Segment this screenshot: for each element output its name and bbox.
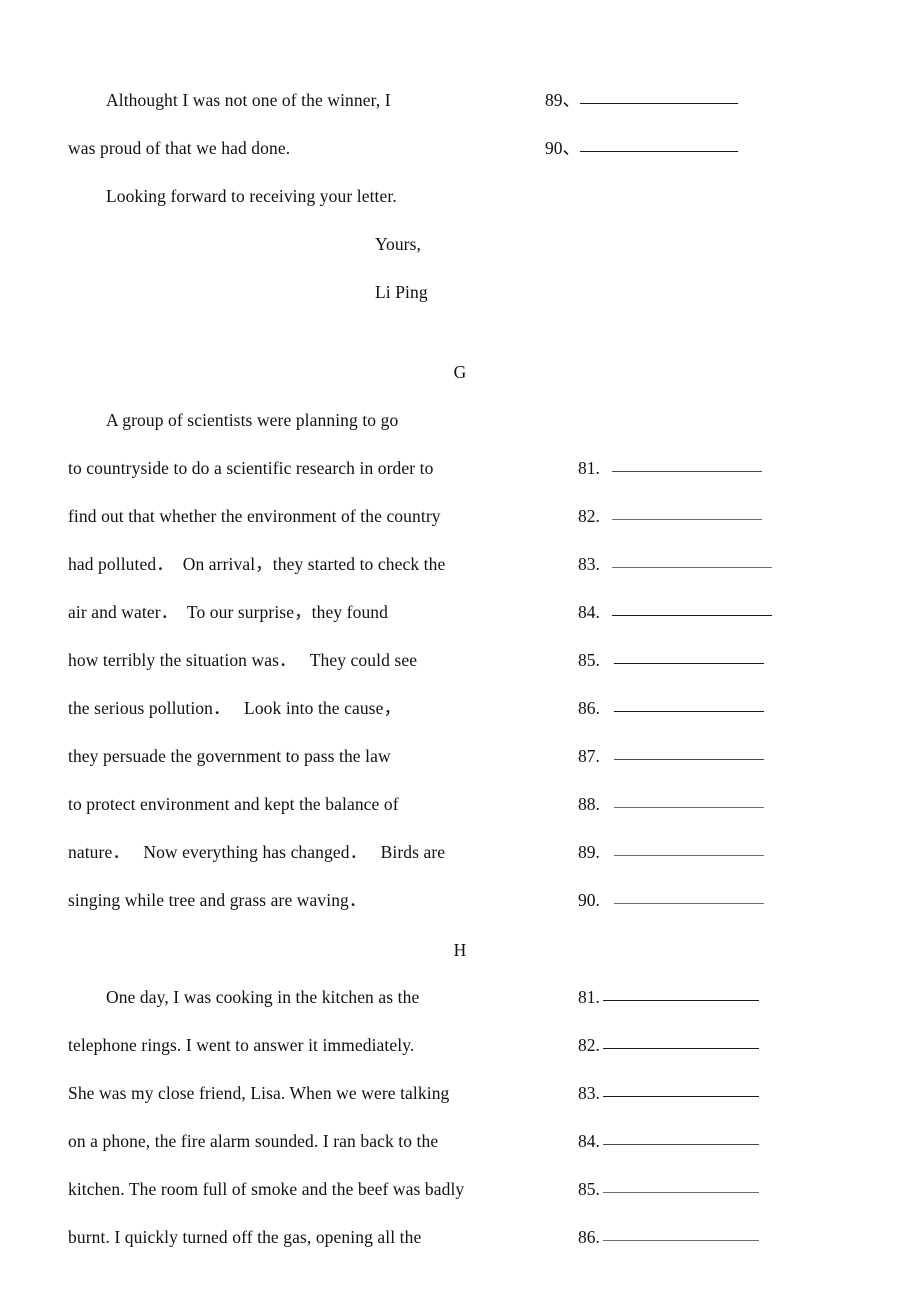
paragraph-line: burnt. I quickly turned off the gas, ope… — [68, 1227, 422, 1247]
signature-name: Li Ping — [375, 282, 428, 302]
paragraph-line: telephone rings. I went to answer it imm… — [68, 1035, 415, 1055]
answer-blank-row[interactable]: 82. — [578, 1035, 759, 1055]
answer-blank-row[interactable]: 86. — [578, 1227, 759, 1247]
answer-blank-row[interactable]: 86. — [578, 698, 764, 718]
answer-blank-line[interactable] — [613, 711, 764, 712]
paragraph-line: Looking forward to receiving your letter… — [106, 186, 397, 206]
answer-blank-line[interactable] — [613, 903, 764, 904]
answer-blank-line[interactable] — [602, 1240, 759, 1241]
answer-number: 81. — [578, 987, 600, 1007]
answer-blank-row[interactable]: 88. — [578, 794, 764, 814]
answer-blank-row[interactable]: 84. — [578, 1131, 759, 1151]
answer-number: 87. — [578, 746, 600, 766]
signature-closing: Yours, — [375, 234, 421, 254]
answer-blank-line[interactable] — [602, 1000, 759, 1001]
answer-number: 82. — [578, 506, 600, 526]
answer-blank-row[interactable]: 81. — [578, 458, 762, 478]
answer-number: 90、 — [545, 138, 580, 158]
answer-number: 89. — [578, 842, 600, 862]
answer-number: 90. — [578, 890, 600, 910]
answer-blank-row[interactable]: 81. — [578, 987, 759, 1007]
answer-blank-line[interactable] — [611, 567, 772, 568]
answer-number: 83. — [578, 554, 600, 574]
answer-blank-row[interactable]: 83. — [578, 1083, 759, 1103]
paragraph-line: on a phone, the fire alarm sounded. I ra… — [68, 1131, 439, 1151]
paragraph-line: find out that whether the environment of… — [68, 506, 441, 526]
paragraph-line: to countryside to do a scientific resear… — [68, 458, 434, 478]
answer-blank-row[interactable]: 85. — [578, 650, 764, 670]
answer-blank-row[interactable]: 82. — [578, 506, 762, 526]
paragraph-line: One day, I was cooking in the kitchen as… — [106, 987, 420, 1007]
answer-blank-row[interactable]: 90、 — [545, 138, 738, 158]
paragraph-line: nature． Now everything has changed． Bird… — [68, 842, 446, 862]
document-page: Althought I was not one of the winner, I… — [0, 0, 920, 1300]
answer-blank-line[interactable] — [613, 855, 764, 856]
paragraph-line: air and water． To our surprise，they foun… — [68, 602, 389, 622]
answer-blank-row[interactable]: 87. — [578, 746, 764, 766]
answer-blank-row[interactable]: 89. — [578, 842, 764, 862]
paragraph-line: She was my close friend, Lisa. When we w… — [68, 1083, 450, 1103]
paragraph-line: they persuade the government to pass the… — [68, 746, 391, 766]
section-heading-h-letter: H — [453, 940, 467, 960]
paragraph-line: kitchen. The room full of smoke and the … — [68, 1179, 465, 1199]
answer-blank-line[interactable] — [613, 807, 764, 808]
answer-number: 88. — [578, 794, 600, 814]
answer-blank-line[interactable] — [580, 103, 738, 104]
answer-blank-line[interactable] — [613, 759, 764, 760]
answer-number: 81. — [578, 458, 600, 478]
paragraph-line: was proud of that we had done. — [68, 138, 291, 158]
answer-number: 86. — [578, 1227, 600, 1247]
paragraph-line: how terribly the situation was． They cou… — [68, 650, 418, 670]
section-heading-h: H — [0, 940, 920, 960]
answer-blank-row[interactable]: 83. — [578, 554, 772, 574]
answer-blank-line[interactable] — [602, 1048, 759, 1049]
answer-blank-row[interactable]: 85. — [578, 1179, 759, 1199]
paragraph-line: singing while tree and grass are waving． — [68, 890, 367, 910]
answer-number: 82. — [578, 1035, 600, 1055]
section-heading-g: G — [0, 362, 920, 382]
answer-blank-row[interactable]: 90. — [578, 890, 764, 910]
answer-blank-line[interactable] — [613, 663, 764, 664]
paragraph-line: Althought I was not one of the winner, I — [106, 90, 391, 110]
answer-blank-line[interactable] — [611, 519, 762, 520]
answer-blank-line[interactable] — [602, 1096, 759, 1097]
paragraph-line: A group of scientists were planning to g… — [106, 410, 399, 430]
answer-number: 85. — [578, 1179, 600, 1199]
answer-blank-line[interactable] — [611, 615, 772, 616]
paragraph-line: the serious pollution． Look into the cau… — [68, 698, 402, 718]
answer-number: 86. — [578, 698, 600, 718]
paragraph-line: had polluted． On arrival，they started to… — [68, 554, 446, 574]
answer-number: 89、 — [545, 90, 580, 110]
answer-blank-row[interactable]: 84. — [578, 602, 772, 622]
answer-blank-row[interactable]: 89、 — [545, 90, 738, 110]
answer-blank-line[interactable] — [602, 1144, 759, 1145]
paragraph-line: to protect environment and kept the bala… — [68, 794, 399, 814]
answer-number: 83. — [578, 1083, 600, 1103]
section-heading-g-letter: G — [453, 362, 467, 382]
answer-blank-line[interactable] — [602, 1192, 759, 1193]
answer-number: 84. — [578, 1131, 600, 1151]
answer-blank-line[interactable] — [611, 471, 762, 472]
answer-blank-line[interactable] — [580, 151, 738, 152]
answer-number: 84. — [578, 602, 600, 622]
answer-number: 85. — [578, 650, 600, 670]
